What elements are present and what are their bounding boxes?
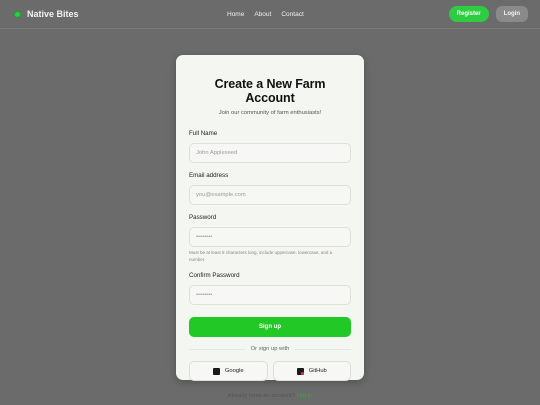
email-label: Email address xyxy=(189,172,229,179)
github-label: GitHub xyxy=(308,368,327,374)
oauth-row: Google GitHub xyxy=(189,361,351,381)
nav-home-link[interactable]: Home xyxy=(227,11,244,18)
divider: Or sign up with xyxy=(189,346,352,352)
github-signup-button[interactable]: GitHub xyxy=(272,361,351,381)
password-label: Password xyxy=(189,214,217,221)
password-input[interactable] xyxy=(189,227,351,247)
full-name-group: Full Name xyxy=(189,130,351,163)
brand[interactable]: Native Bites xyxy=(14,9,79,19)
confirm-password-group: Confirm Password xyxy=(189,272,351,305)
header-actions: Register Login xyxy=(448,6,528,22)
password-hint: Must be at least 8 characters long, incl… xyxy=(189,250,333,262)
google-signup-button[interactable]: Google xyxy=(189,361,268,381)
main-nav: Home About Contact xyxy=(227,0,304,29)
signup-button[interactable]: Sign up xyxy=(189,317,351,337)
password-group: Password Must be at least 8 characters l… xyxy=(189,214,351,263)
nav-about-link[interactable]: About xyxy=(254,11,271,18)
page-title: Create a New Farm Account xyxy=(214,77,326,105)
confirm-password-input[interactable] xyxy=(189,285,351,305)
divider-line-left xyxy=(189,348,245,350)
login-button[interactable]: Login xyxy=(495,6,528,22)
leaf-logo-icon xyxy=(14,10,21,18)
email-group: Email address xyxy=(189,172,351,205)
register-button[interactable]: Register xyxy=(448,6,489,22)
email-input[interactable] xyxy=(189,185,351,205)
login-prompt: Already have an account? Log in xyxy=(189,393,351,399)
top-navbar: Native Bites Home About Contact Register… xyxy=(0,0,540,29)
signup-card: Create a New Farm Account Join our commu… xyxy=(176,55,364,399)
github-icon xyxy=(296,367,304,375)
login-link[interactable]: Log in xyxy=(296,393,312,399)
google-icon xyxy=(212,367,220,375)
full-name-input[interactable] xyxy=(189,143,351,163)
nav-contact-link[interactable]: Contact xyxy=(281,11,303,18)
login-prompt-text: Already have an account? xyxy=(227,393,295,399)
confirm-password-label: Confirm Password xyxy=(189,272,240,279)
page-subtitle: Join our community of farm enthusiasts! xyxy=(218,110,322,116)
full-name-label: Full Name xyxy=(189,130,218,137)
brand-name: Native Bites xyxy=(27,9,79,19)
divider-line-right xyxy=(295,348,352,350)
google-label: Google xyxy=(224,368,244,374)
divider-text: Or sign up with xyxy=(250,346,290,352)
